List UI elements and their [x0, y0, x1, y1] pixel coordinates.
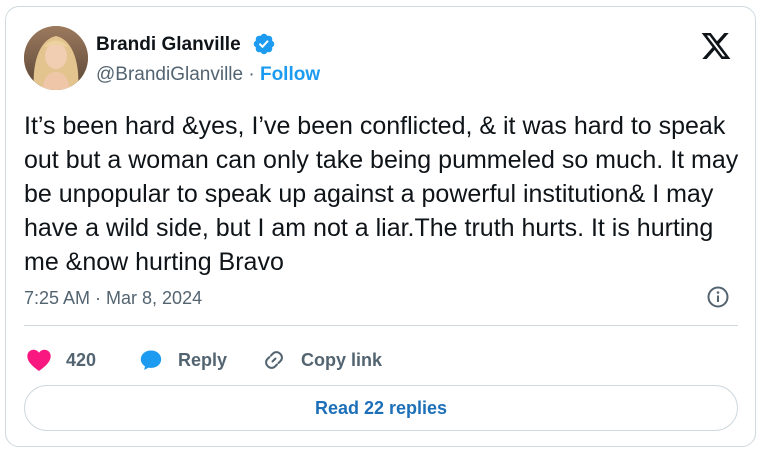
reply-button[interactable]: Reply [138, 341, 227, 379]
author-display-name[interactable]: Brandi Glanville [96, 33, 241, 57]
reply-label: Reply [178, 349, 228, 370]
tweet-card: Brandi Glanville @BrandiGlanville · Foll… [5, 6, 756, 447]
info-icon[interactable] [706, 285, 730, 309]
copy-link-button[interactable]: Copy link [261, 341, 382, 379]
tweet-timestamp[interactable]: 7:25 AM · Mar 8, 2024 [24, 286, 202, 310]
like-count: 420 [66, 349, 97, 370]
avatar-image [24, 26, 88, 90]
speech-bubble-icon [140, 350, 162, 370]
author-handle-row: @BrandiGlanville · Follow [96, 63, 320, 87]
heart-icon [27, 349, 51, 372]
read-replies-button[interactable]: Read 22 replies [24, 385, 738, 431]
read-replies-label: Read 22 replies [314, 397, 448, 418]
follow-button[interactable]: Follow [260, 64, 320, 85]
tweet-text: It’s been hard &yes, I’ve been conflicte… [24, 112, 739, 276]
link-icon [265, 351, 283, 369]
like-button[interactable]: 420 [26, 341, 96, 379]
handle-separator: · [243, 64, 260, 85]
verified-badge-icon [253, 33, 275, 55]
author-handle[interactable]: @BrandiGlanville [96, 64, 243, 85]
copy-link-label: Copy link [301, 349, 383, 370]
avatar[interactable] [24, 26, 88, 90]
x-logo-icon[interactable] [700, 30, 732, 62]
divider [24, 325, 738, 326]
